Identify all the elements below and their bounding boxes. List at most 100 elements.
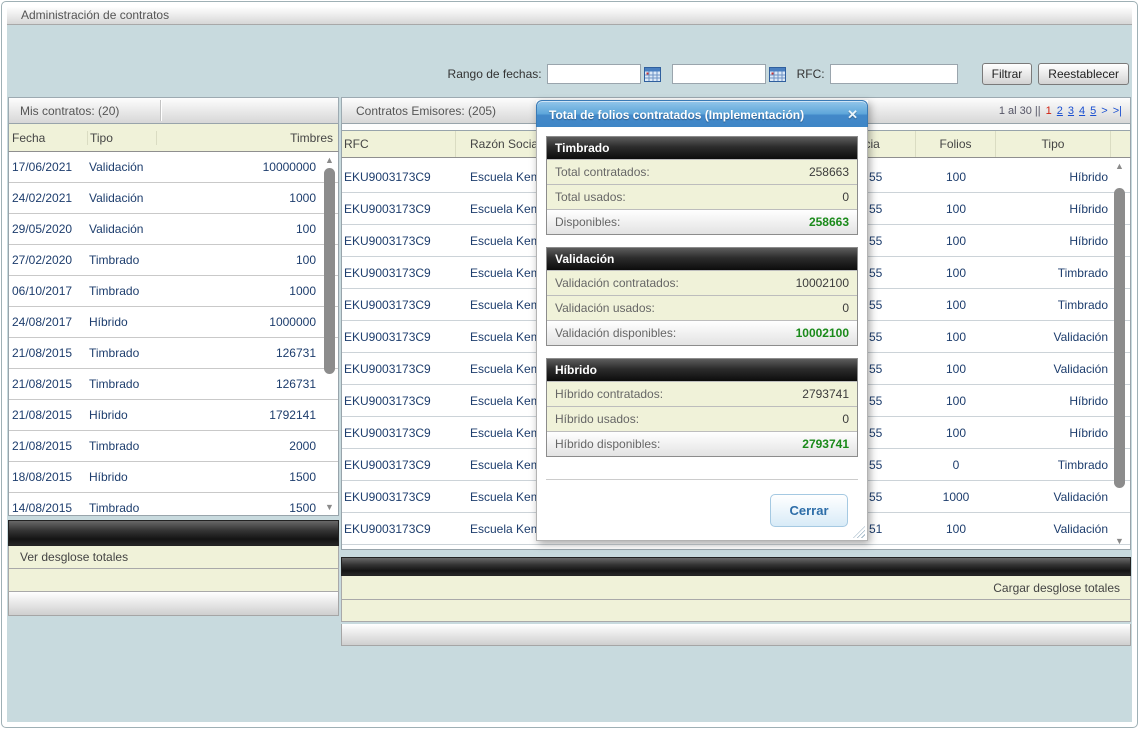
- pagination-page-link[interactable]: 3: [1068, 105, 1074, 117]
- contract-row[interactable]: 29/05/2020Validación100: [9, 214, 338, 245]
- right-scrollbar-thumb[interactable]: [1114, 188, 1125, 488]
- column-fecha[interactable]: Fecha: [9, 131, 88, 145]
- left-bottom-bar: [8, 592, 339, 616]
- modal-row: Híbrido contratados:2793741: [547, 381, 857, 406]
- contract-type: Validación: [87, 160, 155, 174]
- contract-date: 21/08/2015: [9, 408, 87, 422]
- contract-admin-app: Administración de contratos Rango de fec…: [0, 0, 1139, 729]
- contract-timbres: 1792141: [155, 408, 338, 422]
- right-scrollbar[interactable]: ▲ ▼: [1112, 160, 1127, 547]
- emitter-rfc: EKU9003173C9: [342, 362, 456, 376]
- contract-row[interactable]: 17/06/2021Validación10000000: [9, 152, 338, 183]
- emitter-rfc: EKU9003173C9: [342, 522, 456, 536]
- scroll-up-icon[interactable]: ▲: [322, 154, 337, 166]
- modal-row: Validación usados:0: [547, 295, 857, 320]
- calendar-icon: [644, 66, 661, 82]
- column-folios[interactable]: Folios: [916, 131, 996, 157]
- column-spacer: [1111, 131, 1130, 157]
- emitter-folios: 100: [916, 394, 996, 408]
- modal-row-value: 10002100: [796, 326, 849, 340]
- contract-date: 17/06/2021: [9, 160, 87, 174]
- contract-row[interactable]: 21/08/2015Timbrado2000: [9, 431, 338, 462]
- pagination-next[interactable]: >: [1101, 105, 1107, 117]
- emitter-rfc: EKU9003173C9: [342, 170, 456, 184]
- emitter-tipo: Validación: [996, 362, 1111, 376]
- ver-desglose-link[interactable]: Ver desglose totales: [8, 546, 339, 569]
- pagination-page-link[interactable]: 5: [1090, 105, 1096, 117]
- emitter-rfc: EKU9003173C9: [342, 234, 456, 248]
- date-to-calendar-button[interactable]: [769, 66, 787, 83]
- close-button[interactable]: Cerrar: [770, 494, 848, 527]
- column-tipo[interactable]: Tipo: [88, 131, 157, 145]
- reset-button[interactable]: Reestablecer: [1038, 63, 1129, 85]
- pagination-page-link[interactable]: 4: [1079, 105, 1085, 117]
- contract-row[interactable]: 24/02/2021Validación1000: [9, 183, 338, 214]
- emitter-rfc: EKU9003173C9: [342, 202, 456, 216]
- my-contracts-header: Mis contratos: (20): [8, 97, 339, 124]
- emitter-tipo: Validación: [996, 330, 1111, 344]
- contract-row[interactable]: 06/10/2017Timbrado1000: [9, 276, 338, 307]
- close-icon[interactable]: ✕: [847, 107, 858, 123]
- contract-timbres: 1000000: [155, 315, 338, 329]
- scroll-up-icon[interactable]: ▲: [1112, 160, 1127, 172]
- contract-row[interactable]: 21/08/2015Timbrado126731: [9, 369, 338, 400]
- contract-row[interactable]: 14/08/2015Timbrado1500: [9, 493, 338, 516]
- filter-button[interactable]: Filtrar: [982, 63, 1033, 85]
- date-from-input[interactable]: [547, 64, 641, 84]
- modal-row-value: 258663: [809, 165, 849, 179]
- left-scrollbar-thumb[interactable]: [324, 168, 335, 374]
- emitter-tipo: Híbrido: [996, 202, 1111, 216]
- emitter-folios: 1000: [916, 490, 996, 504]
- dialog-titlebar[interactable]: Total de folios contratados (Implementac…: [536, 100, 868, 129]
- contract-row[interactable]: 18/08/2015Híbrido1500: [9, 462, 338, 493]
- contract-row[interactable]: 21/08/2015Timbrado126731: [9, 338, 338, 369]
- contract-type: Timbrado: [87, 501, 155, 515]
- contract-row[interactable]: 21/08/2015Híbrido1792141: [9, 400, 338, 431]
- cargar-desglose-link[interactable]: Cargar desglose totales: [341, 576, 1131, 600]
- modal-section-header: Validación: [547, 248, 857, 270]
- column-timbres[interactable]: Timbres: [157, 131, 338, 145]
- folios-totals-dialog: Total de folios contratados (Implementac…: [536, 100, 868, 541]
- pagination-page-link[interactable]: 2: [1057, 105, 1063, 117]
- contract-date: 18/08/2015: [9, 470, 87, 484]
- modal-row-label: Validación usados:: [555, 301, 655, 315]
- contract-timbres: 10000000: [155, 160, 338, 174]
- contract-date: 14/08/2015: [9, 501, 87, 515]
- right-dark-separator-bar: [341, 557, 1131, 576]
- my-contracts-panel: Mis contratos: (20) Fecha Tipo Timbres 1…: [8, 97, 339, 616]
- left-scrollbar[interactable]: ▲ ▼: [322, 154, 337, 513]
- scroll-down-icon[interactable]: ▼: [322, 501, 337, 513]
- column-rfc[interactable]: RFC: [342, 131, 456, 157]
- contract-type: Timbrado: [87, 284, 155, 298]
- emitter-rfc: EKU9003173C9: [342, 426, 456, 440]
- rfc-input[interactable]: [830, 64, 958, 84]
- modal-row-value: 0: [842, 412, 849, 426]
- date-from-calendar-button[interactable]: [644, 66, 662, 83]
- column-tipo[interactable]: Tipo: [996, 131, 1111, 157]
- modal-row-value: 258663: [809, 215, 849, 229]
- modal-section: TimbradoTotal contratados:258663Total us…: [546, 136, 858, 235]
- contract-timbres: 1000: [155, 191, 338, 205]
- scroll-down-icon[interactable]: ▼: [1112, 535, 1127, 547]
- modal-sections: TimbradoTotal contratados:258663Total us…: [546, 136, 858, 457]
- emitter-folios: 100: [916, 202, 996, 216]
- emitter-folios: 100: [916, 298, 996, 312]
- modal-row-value: 2793741: [802, 437, 849, 451]
- modal-row-label: Total usados:: [555, 190, 626, 204]
- left-dark-separator-bar: [8, 520, 339, 546]
- my-contracts-title: Mis contratos: (20): [9, 104, 119, 118]
- contract-timbres: 1000: [155, 284, 338, 298]
- contract-row[interactable]: 24/08/2017Híbrido1000000: [9, 307, 338, 338]
- contract-type: Validación: [87, 191, 155, 205]
- contract-type: Timbrado: [87, 439, 155, 453]
- date-to-input[interactable]: [672, 64, 766, 84]
- modal-section-header: Híbrido: [547, 359, 857, 381]
- pagination-summary: 1 al 30 ||: [999, 105, 1041, 117]
- pagination-last[interactable]: >|: [1113, 105, 1122, 117]
- modal-row: Híbrido disponibles:2793741: [547, 431, 857, 456]
- modal-row: Total usados:0: [547, 184, 857, 209]
- contract-row[interactable]: 27/02/2020Timbrado100: [9, 245, 338, 276]
- left-empty-footer-row: [8, 569, 339, 592]
- modal-row-label: Validación contratados:: [555, 276, 679, 290]
- emitter-folios: 100: [916, 426, 996, 440]
